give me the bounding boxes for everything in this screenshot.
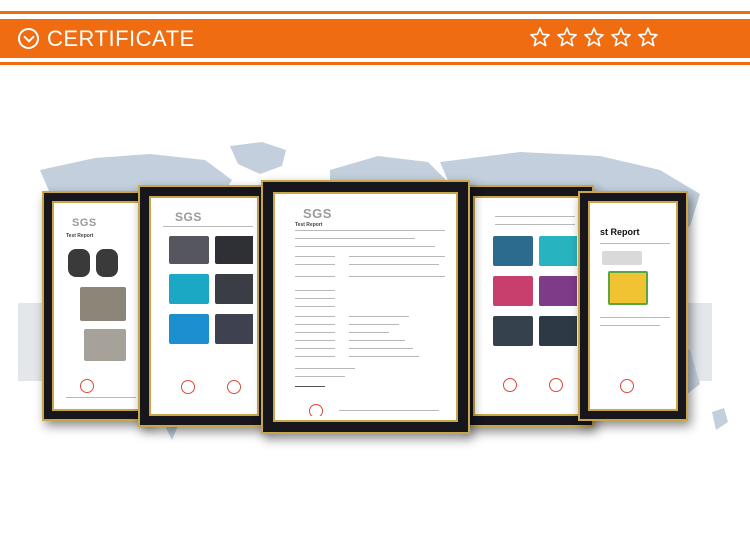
- stamp: [80, 379, 94, 393]
- star-outline-icon: [530, 27, 550, 47]
- product-photo: [493, 316, 533, 346]
- sgs-logo: SGS: [303, 206, 332, 221]
- document-heading: st Report: [600, 227, 640, 237]
- product-photo: [84, 329, 126, 361]
- certificate-frame: [462, 185, 594, 427]
- product-photo: [169, 236, 209, 264]
- product-photo: [169, 274, 209, 304]
- product-photo: [608, 271, 648, 305]
- product-photo: [215, 314, 253, 344]
- product-photo: [215, 236, 253, 264]
- rating-stars: [529, 25, 659, 49]
- product-photo: [493, 276, 533, 306]
- product-photo: [539, 316, 577, 346]
- sgs-logo: SGS: [72, 217, 97, 229]
- product-photo: [169, 314, 209, 344]
- star-outline-icon: [584, 27, 604, 47]
- certificate-frame-main: SGS Test Report: [261, 180, 470, 434]
- certificate-document: st Report: [594, 207, 672, 405]
- star-outline-icon: [638, 27, 658, 47]
- sgs-logo: SGS: [175, 210, 202, 224]
- certificate-document: SGS: [155, 202, 253, 410]
- product-photo: [68, 249, 90, 277]
- stamp: [503, 378, 517, 392]
- document-heading: Test Report: [66, 233, 94, 239]
- certificate-frame: SGS: [138, 185, 270, 427]
- banner-title: CERTIFICATE: [47, 25, 195, 51]
- star-outline-icon: [557, 27, 577, 47]
- certificate-document: SGS Test Report: [279, 198, 452, 416]
- header-top-rule: [0, 11, 750, 14]
- product-photo: [215, 274, 253, 304]
- product-photo: [539, 276, 577, 306]
- product-photo: [80, 287, 126, 321]
- star-outline-icon: [611, 27, 631, 47]
- certificate-frame: SGS Test Report: [42, 191, 152, 421]
- stamp: [227, 380, 241, 394]
- certificate-frame: st Report: [578, 191, 688, 421]
- product-photo: [96, 249, 118, 277]
- certificate-document: [479, 202, 577, 410]
- stamp: [620, 379, 634, 393]
- stamp: [309, 404, 323, 416]
- certificate-banner: CERTIFICATE: [0, 19, 750, 58]
- product-photo: [493, 236, 533, 266]
- barcode-photo: [602, 251, 642, 265]
- document-heading: Test Report: [295, 222, 323, 228]
- stamp: [549, 378, 563, 392]
- certificate-document: SGS Test Report: [58, 207, 136, 405]
- stamp: [181, 380, 195, 394]
- product-photo: [539, 236, 577, 266]
- check-circle-icon: [18, 28, 39, 49]
- header-bottom-rule: [0, 62, 750, 65]
